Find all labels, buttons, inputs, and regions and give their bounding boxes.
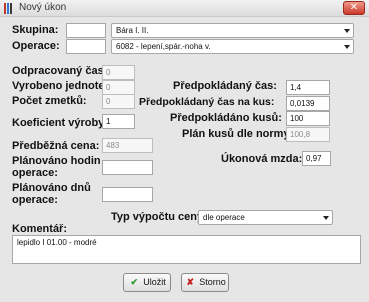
save-button[interactable]: ✔ Uložit: [123, 273, 171, 292]
odpracovany-cas-input[interactable]: 0: [102, 65, 135, 80]
typ-vypoctu-dropdown[interactable]: dle operace: [198, 210, 333, 225]
plan-kusu-input[interactable]: 100,8: [286, 127, 330, 142]
cross-icon: ✘: [186, 277, 194, 287]
operace-dropdown[interactable]: 6082 - lepení,spár.-noha v.: [111, 39, 354, 54]
close-button[interactable]: ✕: [343, 1, 365, 15]
predpokladany-cas-label: Předpokládaný čas:: [173, 80, 277, 92]
skupina-dropdown[interactable]: Bára I. II.: [111, 23, 354, 38]
planovano-hodin-input[interactable]: [102, 160, 153, 175]
plan-kusu-label: Plán kusů dle normy:: [182, 128, 294, 140]
vyrobeno-input[interactable]: 0: [102, 80, 135, 95]
save-button-label: Uložit: [143, 277, 166, 287]
cancel-button[interactable]: ✘ Storno: [181, 273, 229, 292]
typ-vypoctu-value: dle operace: [203, 213, 245, 222]
pocet-zmetku-label: Počet zmetků:: [12, 95, 87, 107]
vyrobeno-label: Vyrobeno jednotek:: [12, 80, 115, 92]
odpracovany-cas-label: Odpracovaný čas:: [12, 65, 108, 77]
predpokladany-cas-kus-input[interactable]: 0,0139: [286, 96, 330, 111]
planovano-dnu-input[interactable]: [102, 187, 153, 202]
planovano-dnu-label-line1: Plánováno dnů: [12, 182, 91, 194]
komentar-label: Komentář:: [12, 223, 68, 235]
koeficient-label: Koeficient výroby:: [12, 117, 108, 129]
ukonova-mzda-input[interactable]: 0,97: [302, 151, 331, 166]
skupina-code-input[interactable]: [66, 23, 106, 38]
predpokladano-kusu-input[interactable]: 100: [286, 111, 330, 126]
predpokladano-kusu-label: Předpokládáno kusů:: [170, 112, 282, 124]
skupina-label: Skupina:: [12, 24, 59, 36]
koeficient-input[interactable]: 1: [102, 114, 135, 129]
ukonova-mzda-label: Úkonová mzda:: [221, 153, 303, 165]
planovano-hodin-label-line2: operace:: [12, 167, 58, 179]
chevron-down-icon: [323, 216, 329, 220]
operace-code-input[interactable]: [66, 39, 106, 54]
predpokladany-cas-input[interactable]: 1,4: [286, 80, 330, 95]
chevron-down-icon: [344, 45, 350, 49]
planovano-dnu-label-line2: operace:: [12, 194, 58, 206]
app-icon: [4, 3, 14, 14]
operace-label: Operace:: [12, 40, 60, 52]
check-icon: ✔: [130, 277, 138, 287]
typ-vypoctu-label: Typ výpočtu ceny:: [111, 211, 207, 223]
predbezna-cena-input[interactable]: 483: [102, 138, 153, 153]
komentar-text: lepidlo I 01.00 - modré: [17, 238, 97, 247]
planovano-hodin-label-line1: Plánováno hodin: [12, 155, 101, 167]
pocet-zmetku-input[interactable]: 0: [102, 94, 135, 109]
window-title: Nový úkon: [19, 2, 67, 13]
title-bar: Nový úkon ✕: [0, 0, 369, 17]
predbezna-cena-label: Předběžná cena:: [12, 140, 100, 152]
chevron-down-icon: [344, 29, 350, 33]
predpokladany-cas-kus-label: Předpokládaný čas na kus:: [139, 96, 275, 108]
komentar-textarea[interactable]: lepidlo I 01.00 - modré: [12, 235, 361, 264]
cancel-button-label: Storno: [199, 277, 226, 287]
skupina-value: Bára I. II.: [116, 26, 149, 35]
operace-value: 6082 - lepení,spár.-noha v.: [116, 42, 211, 51]
